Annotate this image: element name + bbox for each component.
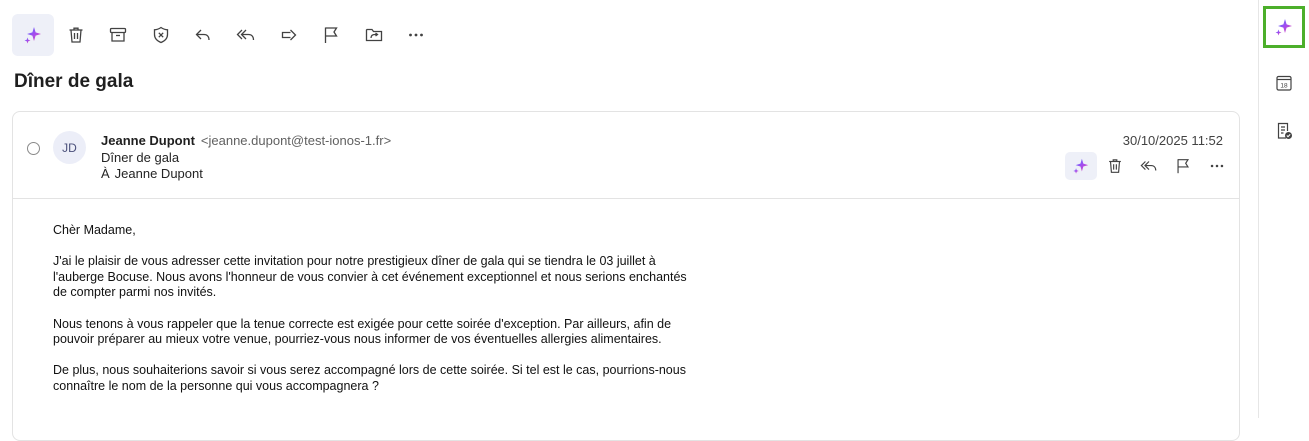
- archive-icon: [110, 27, 127, 42]
- reply-icon: [195, 29, 211, 41]
- body-paragraph: De plus, nous souhaiterions savoir si vo…: [53, 363, 686, 393]
- calendar-day-text: 18: [1280, 83, 1288, 90]
- select-radio[interactable]: [27, 142, 40, 155]
- copilot-pane-button[interactable]: [1263, 6, 1305, 48]
- move-to-folder-button[interactable]: [353, 14, 395, 56]
- right-sidebar: 18: [1258, 0, 1309, 418]
- sparkle-icon: [1073, 158, 1089, 174]
- message-copilot-button[interactable]: [1065, 152, 1097, 180]
- sender-name[interactable]: Jeanne Dupont: [101, 133, 195, 148]
- more-icon: [409, 33, 424, 37]
- to-label: À: [101, 166, 110, 181]
- task-check-icon: [1277, 122, 1292, 139]
- more-actions-button[interactable]: [395, 14, 437, 56]
- forward-button[interactable]: [268, 14, 310, 56]
- sparkle-icon: [24, 27, 41, 44]
- message-date: 30/10/2025 11:52: [1122, 133, 1223, 148]
- message-subject: Dîner de gala: [101, 150, 180, 165]
- trash-icon: [1109, 159, 1121, 173]
- shield-x-icon: [153, 26, 168, 44]
- folder-move-icon: [365, 28, 382, 42]
- body-paragraph: Chèr Madame,: [53, 223, 136, 237]
- body-paragraph: J'ai le plaisir de vous adresser cette i…: [53, 254, 687, 300]
- trash-icon: [69, 27, 83, 43]
- body-paragraph: Nous tenons à vous rappeler que la tenue…: [53, 316, 672, 347]
- delete-button[interactable]: [55, 14, 97, 56]
- archive-button[interactable]: [97, 14, 139, 56]
- avatar: JD: [53, 131, 86, 164]
- flag-button[interactable]: [310, 14, 352, 56]
- header-divider: [13, 198, 1239, 199]
- message-reply-all-button[interactable]: [1133, 152, 1165, 180]
- more-icon: [1210, 164, 1224, 168]
- message-delete-button[interactable]: [1099, 152, 1131, 180]
- block-sender-button[interactable]: [140, 14, 182, 56]
- sender-line: Jeanne Dupont <jeanne.dupont@test-ionos-1…: [101, 133, 391, 148]
- flag-icon: [325, 27, 338, 43]
- toolbar: [12, 14, 438, 56]
- recipient-line: À Jeanne Dupont: [101, 166, 203, 181]
- email-title: Dîner de gala: [14, 71, 134, 92]
- reply-all-icon: [1140, 161, 1157, 171]
- calendar-icon: 18: [1276, 75, 1292, 91]
- email-message-card: JD Jeanne Dupont <jeanne.dupont@test-iono…: [12, 111, 1240, 441]
- sender-email[interactable]: <jeanne.dupont@test-ionos-1.fr>: [201, 133, 391, 148]
- calendar-button[interactable]: 18: [1263, 62, 1305, 104]
- message-actions: [1065, 152, 1235, 180]
- copilot-button[interactable]: [12, 14, 54, 56]
- sparkle-icon: [1275, 19, 1292, 36]
- message-body: Chèr Madame, J'ai le plaisir de vous adr…: [53, 223, 693, 410]
- reply-all-button[interactable]: [225, 14, 267, 56]
- message-flag-button[interactable]: [1167, 152, 1199, 180]
- forward-icon: [281, 29, 296, 41]
- recipient-name[interactable]: Jeanne Dupont: [115, 166, 203, 181]
- flag-icon: [1177, 159, 1190, 174]
- reply-all-icon: [236, 29, 255, 41]
- reply-button[interactable]: [182, 14, 224, 56]
- tasks-button[interactable]: [1263, 110, 1305, 152]
- message-more-button[interactable]: [1201, 152, 1233, 180]
